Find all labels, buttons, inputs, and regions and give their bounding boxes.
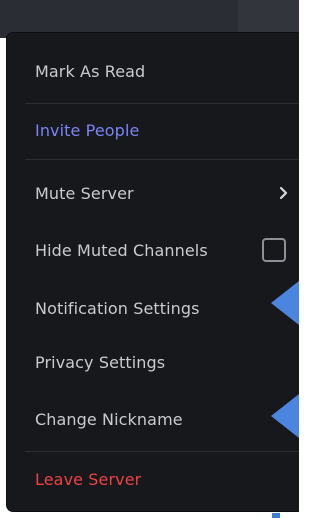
menu-separator — [25, 103, 299, 104]
menu-item-leave-server[interactable]: Leave Server — [7, 456, 299, 502]
pointer-tail — [272, 513, 280, 518]
menu-item-mute-server[interactable]: Mute Server — [7, 170, 299, 216]
menu-item-label: Mute Server — [35, 183, 134, 203]
menu-item-label: Hide Muted Channels — [35, 240, 208, 260]
pointer-arrow-icon — [271, 394, 299, 438]
menu-separator — [25, 159, 299, 160]
menu-item-privacy-settings[interactable]: Privacy Settings — [7, 339, 299, 385]
menu-item-notification-settings[interactable]: Notification Settings — [7, 285, 299, 331]
screenshot-stage: Mark As Read Invite People Mute Server H… — [0, 0, 299, 518]
menu-item-label: Privacy Settings — [35, 352, 166, 372]
menu-item-label: Mark As Read — [35, 61, 146, 81]
chevron-right-icon — [279, 186, 288, 200]
menu-item-label: Change Nickname — [35, 409, 183, 429]
menu-item-label: Notification Settings — [35, 298, 200, 318]
hide-muted-channels-checkbox[interactable] — [262, 238, 286, 262]
menu-item-label: Invite People — [35, 120, 140, 140]
menu-item-hide-muted-channels[interactable]: Hide Muted Channels — [7, 227, 299, 273]
menu-item-mark-as-read[interactable]: Mark As Read — [7, 48, 299, 94]
menu-item-change-nickname[interactable]: Change Nickname — [7, 396, 299, 442]
menu-item-label: Leave Server — [35, 469, 142, 489]
menu-separator — [25, 451, 299, 452]
server-context-menu: Mark As Read Invite People Mute Server H… — [7, 33, 299, 511]
menu-item-invite-people[interactable]: Invite People — [7, 107, 299, 153]
pointer-arrow-icon — [271, 281, 299, 325]
